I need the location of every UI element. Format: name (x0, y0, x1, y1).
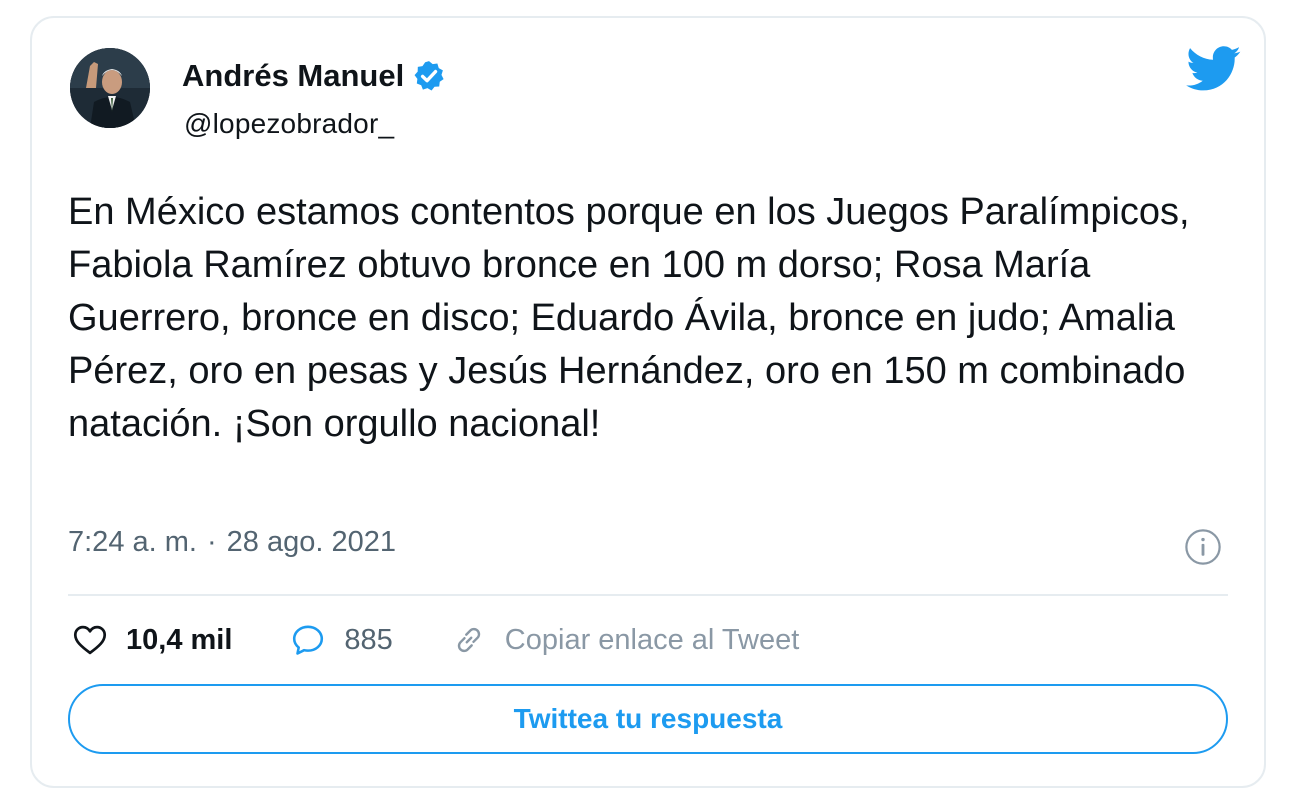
tweet-card: Andrés Manuel @lopezobrador_ En México e… (30, 16, 1266, 788)
author-handle[interactable]: @lopezobrador_ (184, 108, 394, 140)
heart-icon (73, 625, 107, 655)
author-display-name[interactable]: Andrés Manuel (182, 58, 404, 94)
like-count: 10,4 mil (126, 623, 233, 656)
tweet-date[interactable]: 28 ago. 2021 (227, 526, 396, 559)
copy-link-label: Copiar enlace al Tweet (504, 623, 800, 656)
tweet-actions: 10,4 mil 885 Copiar enlace al Tweet (72, 616, 857, 664)
like-button[interactable]: 10,4 mil (72, 622, 232, 658)
copy-link-button[interactable]: Copiar enlace al Tweet (451, 622, 799, 658)
divider (68, 594, 1228, 596)
link-icon (457, 627, 480, 653)
reply-button[interactable]: 885 (290, 622, 393, 658)
tweet-text: En México estamos contentos porque en lo… (68, 191, 1190, 445)
tweet-time[interactable]: 7:24 a. m. (68, 526, 197, 559)
timestamp-separator: · (206, 526, 217, 558)
tweet-timestamp[interactable]: 7:24 a. m. · 28 ago. 2021 (68, 526, 396, 559)
reply-bubble-icon (293, 625, 324, 655)
author-name-row[interactable]: Andrés Manuel (182, 58, 446, 94)
verified-badge-icon (414, 61, 444, 91)
info-icon[interactable] (1184, 528, 1222, 566)
twitter-bird-icon[interactable] (1186, 46, 1242, 92)
reply-count: 885 (344, 623, 393, 656)
tweet-your-reply-button[interactable]: Twittea tu respuesta (68, 684, 1228, 754)
avatar[interactable] (70, 48, 150, 128)
